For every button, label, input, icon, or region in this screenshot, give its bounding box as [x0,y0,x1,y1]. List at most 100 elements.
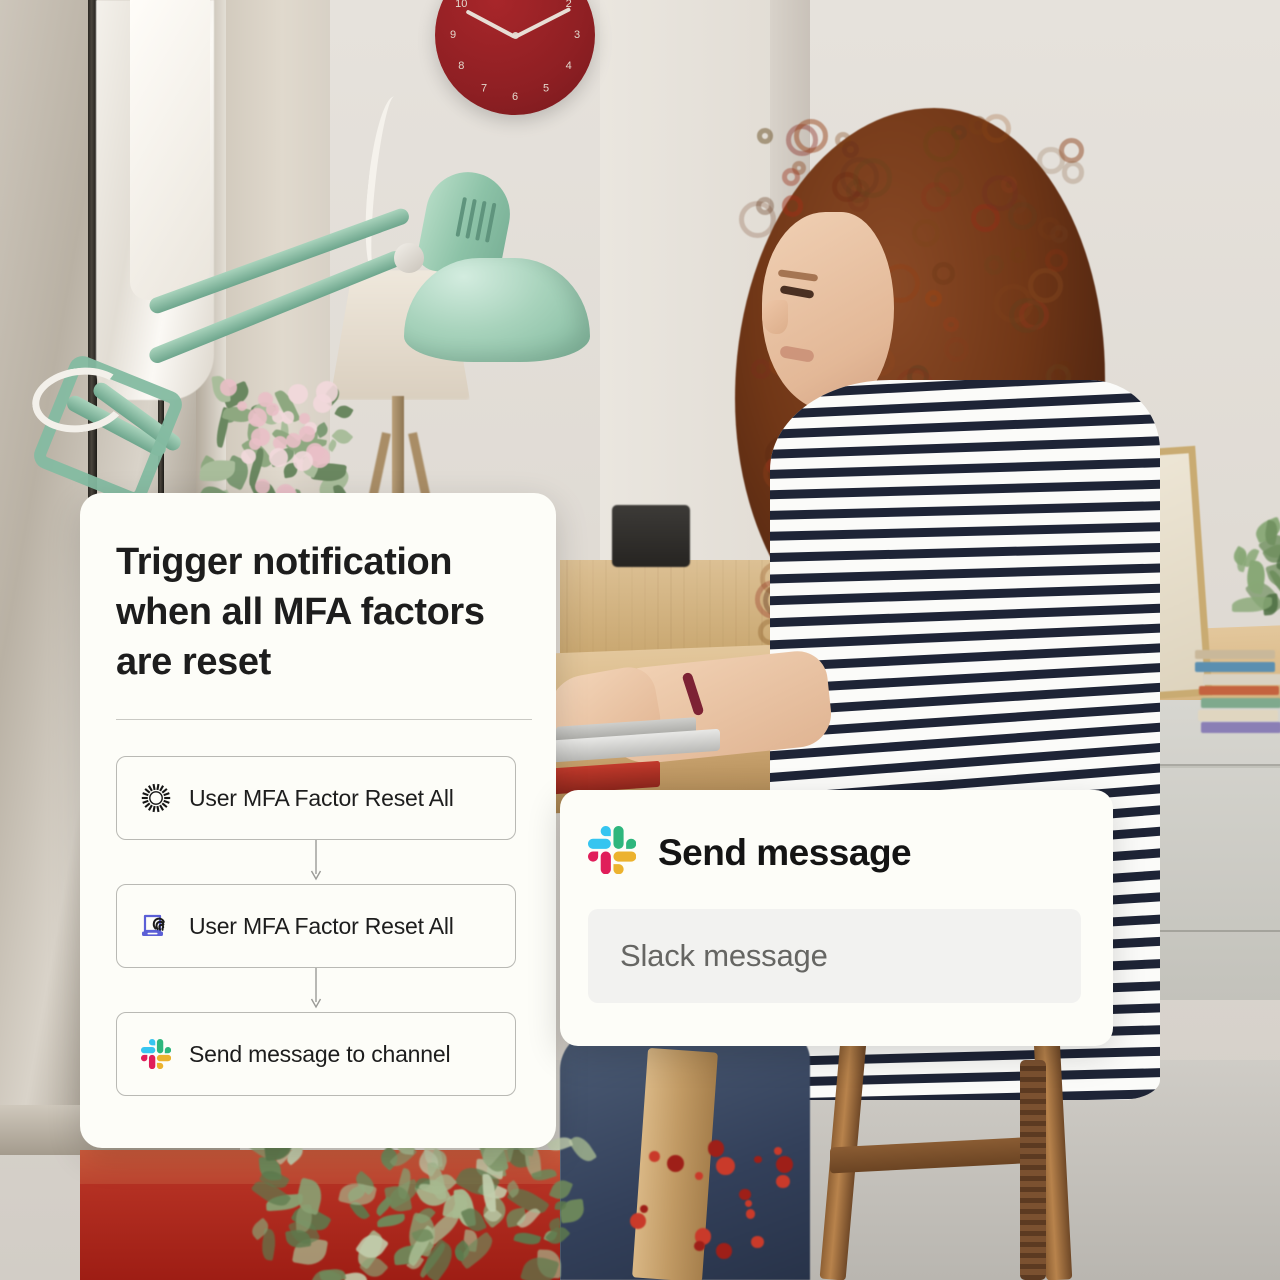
workflow-step-trigger[interactable]: User MFA Factor Reset All [116,756,516,840]
workflow-step-label: Send message to channel [189,1041,450,1068]
clock-hand [465,9,515,38]
shirt-stripe [770,1088,1160,1100]
okta-burst-icon [139,781,173,815]
hair-curl [923,126,959,162]
slack-icon [139,1037,173,1071]
shirt-stripe [770,542,1160,563]
laptop-fingerprint-icon [139,909,173,943]
book [1199,686,1279,695]
send-message-header: Send message [580,826,1077,879]
shirt-stripe [770,582,1160,606]
shirt-stripe [770,602,1160,628]
hair-curl [1010,247,1026,263]
hair-curl [1059,138,1084,163]
plant-foreground [250,1130,580,1280]
blossom [220,379,237,396]
hair-curl [1045,249,1068,272]
berry [746,1209,756,1219]
berry [745,1200,752,1207]
hair-curl [934,167,964,197]
curtain-fold [130,0,210,300]
hair-curl [912,219,940,247]
page-title: Trigger notification when all MFA factor… [116,537,516,687]
book [1201,698,1280,708]
hair-curl [1050,225,1068,243]
hair-curl [1062,161,1084,183]
hair-curl [1028,268,1063,303]
berry [695,1172,703,1180]
hair-curl [1009,298,1044,333]
connector-arrow [116,840,516,884]
hair-curl [982,175,1018,211]
blossom [288,384,308,404]
hair-curl [984,255,1004,275]
slack-message-input[interactable]: Slack message [588,909,1081,1003]
hair-curl [925,290,942,307]
plant [1222,520,1280,610]
lamp-joint [394,243,424,273]
workflow-card: Trigger notification when all MFA factor… [80,493,556,1148]
leaf [455,1250,464,1261]
shirt-stripe [770,562,1160,584]
blossom [282,411,294,423]
berry [751,1236,763,1248]
book [1198,710,1278,721]
send-message-card: Send message Slack message [560,790,1113,1046]
berry [667,1155,684,1172]
blossom [248,408,267,427]
workflow-step-label: User MFA Factor Reset All [189,785,454,812]
hair-curl [757,128,773,144]
berry [708,1140,725,1157]
book-stack [1200,650,1280,740]
clock-numeral: 10 [454,0,468,10]
shirt-stripe [770,413,1160,441]
book [1201,722,1280,733]
hair-curl [756,197,774,215]
leaf [319,1266,347,1280]
shirt-stripe [770,1067,1160,1088]
shirt-stripe [770,479,1160,501]
hair-curl [782,195,804,217]
leaf [549,1177,573,1202]
workflow-step-label: User MFA Factor Reset All [189,913,454,940]
hair-curl [969,116,987,134]
clock-numeral: 3 [570,29,584,41]
hair-curl [842,141,859,158]
clock-numeral: 5 [539,83,553,95]
hair-curl [782,168,800,186]
slack-icon [588,826,636,879]
clock-numeral: 7 [477,83,491,95]
connector-arrow [116,968,516,1012]
shirt-stripe [770,435,1160,460]
workflow-step-send-message[interactable]: Send message to channel [116,1012,516,1096]
blossom [286,433,301,448]
book [1195,662,1275,672]
workflow-step-action-mfa[interactable]: User MFA Factor Reset All [116,884,516,968]
shirt-stripe [770,1046,1160,1067]
berry [716,1243,732,1259]
clock-numeral: 9 [446,29,460,41]
clock-numeral: 2 [562,0,576,10]
divider [116,719,532,720]
send-message-title: Send message [658,832,911,874]
clock-numeral: 4 [562,60,576,72]
hair-curl [1054,361,1074,381]
hair-curl [944,337,969,362]
hair-curl [932,262,955,285]
shirt-stripe [770,457,1160,480]
table-lamp-stem [392,396,404,504]
shirt-stripe [770,500,1160,521]
book [1195,650,1275,659]
berry [716,1157,734,1175]
clock-hand [514,7,571,39]
person-nose [762,300,788,334]
blossom [251,428,270,447]
leaf [513,1230,541,1247]
clock-numeral: 8 [454,60,468,72]
blossom [316,381,338,403]
shirt-stripe [770,521,1160,541]
stool-screw [1020,1060,1046,1280]
book [1203,674,1280,685]
berry [649,1151,660,1162]
hair-curl [943,317,959,333]
